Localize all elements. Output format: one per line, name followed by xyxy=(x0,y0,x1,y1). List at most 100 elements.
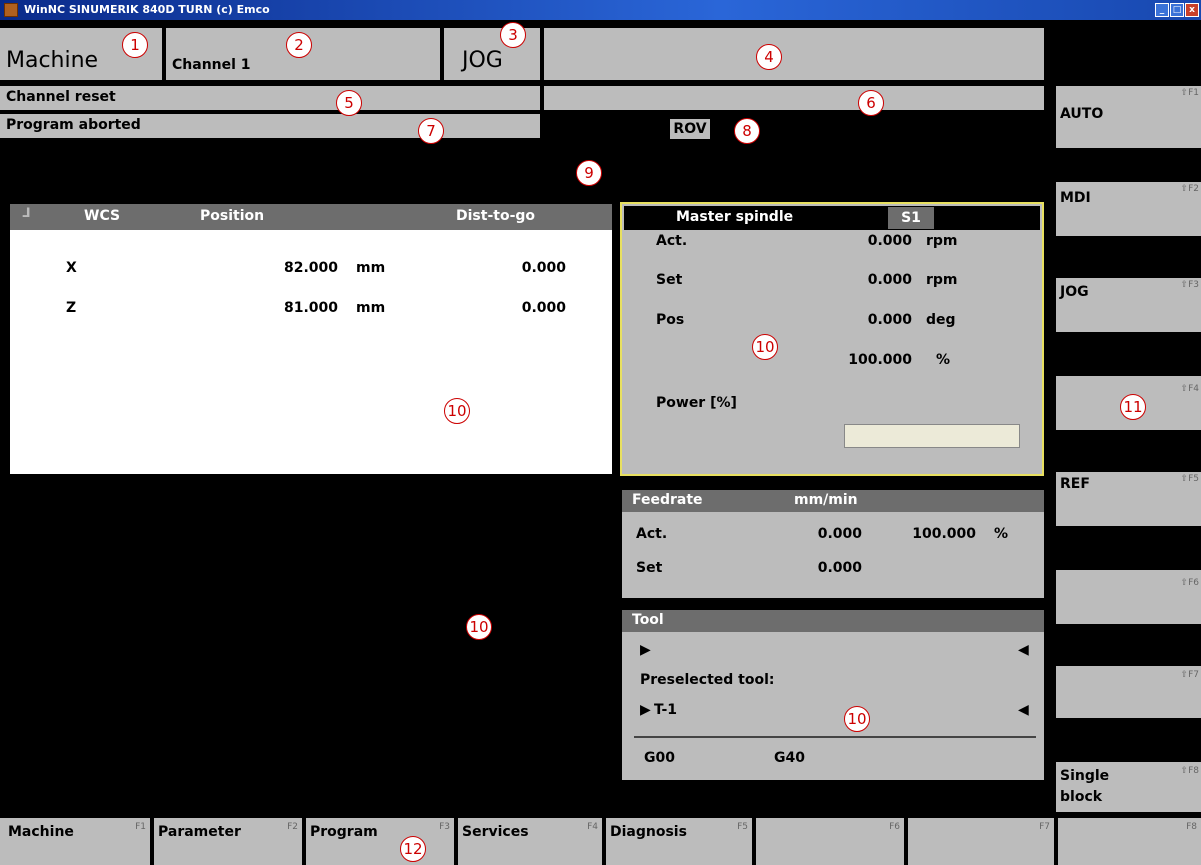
callout-badge: 10 xyxy=(752,334,778,360)
power-bar xyxy=(844,424,1020,448)
callout-badge: 10 xyxy=(844,706,870,732)
app-icon xyxy=(4,3,18,17)
program-field xyxy=(544,28,1046,82)
softkey-mdi[interactable]: MDI ⇧F2 xyxy=(1056,182,1201,236)
g-code-1: G00 xyxy=(644,750,675,766)
softkey-services[interactable]: Services F4 xyxy=(458,818,602,865)
alarm-field xyxy=(544,86,1046,112)
spindle-header: Master spindle S1 xyxy=(624,206,1040,230)
feedrate-act-value: 0.000 xyxy=(817,526,862,542)
spindle-row: Pos 0.000 deg xyxy=(622,312,1042,336)
window-title: WinNC SINUMERIK 840D TURN (c) Emco xyxy=(24,3,270,16)
title-bar: WinNC SINUMERIK 840D TURN (c) Emco xyxy=(0,0,1201,20)
callout-badge: 10 xyxy=(466,614,492,640)
tool-left-marker-icon: ▶ xyxy=(640,642,651,658)
callout-badge: 3 xyxy=(500,22,526,48)
axis-header: ⅃ WCS Position Dist-to-go xyxy=(10,204,612,230)
axis-unit: mm xyxy=(356,300,386,316)
tool-header: Tool xyxy=(622,610,1044,632)
softkey-horizontal-6[interactable]: F6 xyxy=(756,818,904,865)
callout-badge: 7 xyxy=(418,118,444,144)
channel-label: Channel 1 xyxy=(172,57,251,73)
feedrate-act-percent: 100.000 xyxy=(912,526,976,542)
spindle-row-value: 0.000 xyxy=(867,312,912,328)
softkey-key-hint: ⇧F1 xyxy=(1180,88,1199,98)
spindle-row-label: Set xyxy=(656,272,683,288)
mode-field: JOG xyxy=(444,28,542,82)
spindle-row: 100.000 % xyxy=(622,352,1042,376)
softkey-auto[interactable]: AUTO ⇧F1 xyxy=(1056,86,1201,148)
feedrate-set-value: 0.000 xyxy=(817,560,862,576)
softkey-key-hint: ⇧F4 xyxy=(1180,384,1199,394)
callout-badge: 10 xyxy=(444,398,470,424)
softkey-label: AUTO xyxy=(1060,106,1104,122)
softkey-label: MDI xyxy=(1060,190,1091,206)
spindle-row-unit: rpm xyxy=(926,272,958,288)
spindle-row: Act. 0.000 rpm xyxy=(622,233,1042,257)
program-status-field: Program aborted xyxy=(0,114,542,140)
softkey-parameter[interactable]: Parameter F2 xyxy=(154,818,302,865)
softkey-jog[interactable]: JOG ⇧F3 xyxy=(1056,278,1201,332)
maximize-button[interactable]: □ xyxy=(1170,3,1184,17)
spindle-row-value: 100.000 xyxy=(848,352,912,368)
softkey-label: Single block xyxy=(1060,768,1110,805)
preselected-tool-value: T-1 xyxy=(654,702,678,718)
position-header: Position xyxy=(200,208,265,224)
callout-badge: 6 xyxy=(858,90,884,116)
softkey-program[interactable]: Program F3 xyxy=(306,818,454,865)
spindle-title: Master spindle xyxy=(676,209,794,225)
callout-badge: 11 xyxy=(1120,394,1146,420)
spindle-row-value: 0.000 xyxy=(867,272,912,288)
minimize-button[interactable]: _ xyxy=(1155,3,1169,17)
spindle-row-label: Act. xyxy=(656,233,688,249)
spindle-row-value: 0.000 xyxy=(867,233,912,249)
spindle-row-unit: deg xyxy=(926,312,956,328)
softkey-key-hint: F6 xyxy=(889,822,900,832)
softkey-key-hint: F7 xyxy=(1039,822,1050,832)
softkey-key-hint: ⇧F3 xyxy=(1180,280,1199,290)
wcs-header: WCS xyxy=(84,208,121,224)
softkey-single-block[interactable]: Single block ⇧F8 xyxy=(1056,762,1201,812)
callout-badge: 12 xyxy=(400,836,426,862)
callout-badge: 4 xyxy=(756,44,782,70)
axis-panel: X 82.000 mm 0.000 Z 81.000 mm 0.000 xyxy=(10,230,612,474)
softkey-label: JOG xyxy=(1060,284,1089,300)
softkey-horizontal-8[interactable]: F8 xyxy=(1058,818,1201,865)
feedrate-panel: Feedrate mm/min Act. 0.000 100.000 % Set… xyxy=(622,490,1044,598)
spindle-row-unit: rpm xyxy=(926,233,958,249)
callout-badge: 5 xyxy=(336,90,362,116)
coordinate-icon: ⅃ xyxy=(22,206,31,221)
preselected-tool-right-marker-icon: ◀ xyxy=(1018,702,1029,718)
close-button[interactable]: x xyxy=(1185,3,1199,17)
tool-panel: Tool ▶ ◀ Preselected tool: ▶ T-1 ◀ G00 G… xyxy=(622,610,1044,780)
softkey-horizontal-7[interactable]: F7 xyxy=(908,818,1054,865)
softkey-key-hint: F1 xyxy=(135,822,146,832)
softkey-machine[interactable]: Machine F1 xyxy=(0,818,150,865)
softkey-diagnosis[interactable]: Diagnosis F5 xyxy=(606,818,752,865)
softkey-label: Diagnosis xyxy=(610,824,687,840)
rov-indicator: ROV xyxy=(670,119,710,139)
feedrate-act-label: Act. xyxy=(636,526,668,542)
program-status-text: Program aborted xyxy=(6,117,141,133)
tool-title: Tool xyxy=(632,612,664,628)
softkey-vertical-7[interactable]: ⇧F7 xyxy=(1056,666,1201,718)
softkey-vertical-6[interactable]: ⇧F6 xyxy=(1056,570,1201,624)
softkey-key-hint: F2 xyxy=(287,822,298,832)
softkey-key-hint: F4 xyxy=(587,822,598,832)
softkey-key-hint: F5 xyxy=(737,822,748,832)
softkey-key-hint: F3 xyxy=(439,822,450,832)
spindle-row-unit: % xyxy=(936,352,951,368)
softkey-label: Program xyxy=(310,824,378,840)
softkey-key-hint: ⇧F8 xyxy=(1180,766,1199,776)
mode-label: JOG xyxy=(462,48,503,73)
feedrate-set-label: Set xyxy=(636,560,663,576)
area-label: Machine xyxy=(6,48,99,73)
power-label: Power [%] xyxy=(656,395,737,411)
axis-unit: mm xyxy=(356,260,386,276)
softkey-ref[interactable]: REF ⇧F5 xyxy=(1056,472,1201,526)
axis-dist: 0.000 xyxy=(521,260,566,276)
preselected-tool-marker-icon: ▶ xyxy=(640,702,651,718)
tool-right-marker-icon: ◀ xyxy=(1018,642,1029,658)
feedrate-title: Feedrate xyxy=(632,492,703,508)
callout-badge: 8 xyxy=(734,118,760,144)
